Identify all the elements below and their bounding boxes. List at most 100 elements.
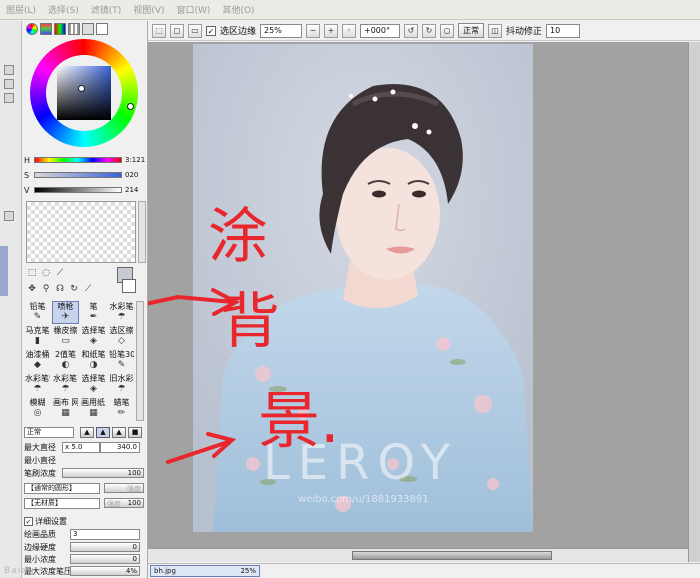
hue-slider[interactable] [34,157,122,163]
tool-panel: H 3:121 S 020 V 214 ⬚ ◌ ⟋ ✥ ⚲ ☊ ↻ ⟋ 铅笔 ✎ 喷… [22,21,148,578]
menu-filter[interactable]: 滤镜(T) [91,3,122,16]
edge-medium-icon[interactable]: ▲ [96,426,110,438]
max-size-multiplier[interactable]: x 5.0 [62,441,100,453]
layer-button-icon[interactable] [4,93,14,103]
pencil30-icon: ✎ [117,360,126,370]
empty-slot-icon [96,283,108,295]
palette-mode-icon[interactable] [68,23,80,35]
scratchpad-mode-icon[interactable] [96,23,108,35]
texture-select[interactable]: 【无材质】 [24,497,100,509]
brush-select-eraser[interactable]: 选区擦 ◇ [108,325,135,348]
horizontal-scrollbar[interactable] [148,548,688,562]
brush-blur[interactable]: 模糊 ◎ [24,397,51,420]
hsv-slider-mode-icon[interactable] [54,23,66,35]
rotation-select[interactable]: +000° [360,23,401,38]
max-pressure-slider[interactable]: 4% [70,566,140,576]
magic-wand-icon[interactable]: ⟋ [54,267,66,279]
value-slider[interactable] [34,187,122,193]
brush-scrollbar[interactable] [136,301,144,421]
select-edge-checkbox[interactable]: ✓ [206,25,216,36]
edge-hardness-slider[interactable]: 0 [70,542,140,552]
brush-shape-select[interactable]: 【通常的圆形】 [24,482,100,494]
brush-label: 铅笔 [29,302,46,311]
layer-button-icon[interactable] [4,65,14,75]
menu-layer[interactable]: 图层(L) [6,3,36,16]
rect-select-icon[interactable]: ⬚ [26,267,38,279]
texture-strength-slider[interactable]: 强度 100 [104,498,144,508]
lasso-icon[interactable]: ◌ [40,267,52,279]
brush-old-watercolor[interactable]: 旧水彩 ☂ [108,373,135,396]
brush-binary-pen[interactable]: 2值笔 ◐ [52,349,79,372]
stabilizer-select[interactable]: 10 [546,23,581,38]
brush-marker[interactable]: 马克笔 ▮ [24,325,51,348]
menu-view[interactable]: 视图(V) [133,3,164,16]
swatch-scrollbar[interactable] [138,201,146,263]
vertical-scrollbar[interactable] [688,42,700,562]
min-density-row: 最小浓度 0 [24,553,146,565]
color-swatch-grid[interactable] [26,201,136,263]
canvas-area[interactable]: LEROY weibo.com/u/1881933891 涂 背 景. [148,42,700,548]
min-density-slider[interactable]: 0 [70,554,140,564]
deselect-icon[interactable]: ⬚ [152,23,166,38]
saturation-value-box[interactable] [57,66,111,120]
brush-watercolor[interactable]: 水彩笔 ☂ [108,301,135,324]
zoom-select[interactable]: 25% [260,23,303,38]
brush-mode-select[interactable]: 正常 [24,426,74,438]
brush-select-pen2[interactable]: 选择笔 ◈ [80,373,107,396]
edge-soft-icon[interactable]: ▲ [80,426,94,438]
brush-pen[interactable]: 笔 ✒ [80,301,107,324]
color-wheel[interactable] [30,39,138,147]
shape-strength-slider[interactable]: 强度 [104,483,144,493]
brush-washi-pen[interactable]: 和纸笔 ◑ [80,349,107,372]
brush-watercolor10[interactable]: 水彩笔10版☂ [52,373,79,396]
density-slider[interactable]: 100 [62,468,144,478]
advanced-settings-checkbox[interactable]: ✓ [24,516,33,526]
brush-canvas-grid[interactable]: 画布 网格▦ [52,397,79,420]
rotate-right-icon[interactable]: ↻ [422,23,437,38]
zoom-out-icon[interactable]: − [306,23,321,38]
background-color-swatch[interactable] [122,279,136,293]
brush-airbrush[interactable]: 喷枪 ✈ [52,301,79,324]
brush-watercolor9[interactable]: 水彩笔9版☂ [24,373,51,396]
eyedropper-icon[interactable]: ⟋ [82,283,94,295]
hand-icon[interactable]: ☊ [54,283,66,295]
menu-select[interactable]: 选择(S) [48,3,79,16]
brush-tool-grid: 铅笔 ✎ 喷枪 ✈ 笔 ✒ 水彩笔 ☂ 马克笔 ▮ 橡皮擦 ▭ 选择笔 ◈ 选区擦 ◇ 油漆桶 ◆ 2值笔 ◐ 和纸笔 ◑… [24,301,136,421]
open-file-tab[interactable]: bh.jpg 25% [150,565,260,577]
zoom-reset-icon[interactable]: ◦ [342,23,357,38]
zoom-icon[interactable]: ⚲ [40,283,52,295]
sv-marker-icon[interactable] [78,85,85,92]
color-wheel-mode-icon[interactable] [26,23,38,35]
brush-crayon[interactable]: 蜡笔 ✏ [108,397,135,420]
brush-eraser[interactable]: 橡皮擦 ▭ [52,325,79,348]
horizontal-scroll-thumb[interactable] [352,551,552,560]
brush-paper-grid[interactable]: 画用纸 网格▦ [80,397,107,420]
zoom-in-icon[interactable]: + [324,23,339,38]
flip-icon[interactable]: ◫ [488,23,503,38]
layer-button-icon[interactable] [4,79,14,89]
edge-hard-icon[interactable]: ▲ [112,426,126,438]
menu-other[interactable]: 其他(O) [222,3,254,16]
brush-select-pen[interactable]: 选择笔 ◈ [80,325,107,348]
hue-marker-icon[interactable] [127,103,134,110]
move-icon[interactable]: ✥ [26,283,38,295]
quality-select[interactable]: 3 [70,528,140,540]
swatch-mode-icon[interactable] [82,23,94,35]
brush-pencil[interactable]: 铅笔 ✎ [24,301,51,324]
edge-sharp-icon[interactable]: ■ [128,426,142,438]
layer-button-icon[interactable] [4,211,14,221]
rotate-left-icon[interactable]: ↺ [404,23,419,38]
show-selection-icon[interactable]: ▭ [188,23,202,38]
rotate-icon[interactable]: ↻ [68,283,80,295]
rotate-reset-icon[interactable]: ○ [440,23,455,38]
saturation-slider[interactable] [34,172,122,178]
rgb-slider-mode-icon[interactable] [40,23,52,35]
blend-mode-button[interactable]: 正常 [458,23,485,38]
brush-bucket[interactable]: 油漆桶 ◆ [24,349,51,372]
invert-selection-icon[interactable]: ◻ [170,23,184,38]
washi-pen-icon: ◑ [89,360,98,370]
max-size-value[interactable]: 340.0 [100,441,140,453]
menu-window[interactable]: 窗口(W) [177,3,211,16]
select-pen2-icon: ◈ [90,384,97,394]
brush-pencil30[interactable]: 铅笔30 ✎ [108,349,135,372]
